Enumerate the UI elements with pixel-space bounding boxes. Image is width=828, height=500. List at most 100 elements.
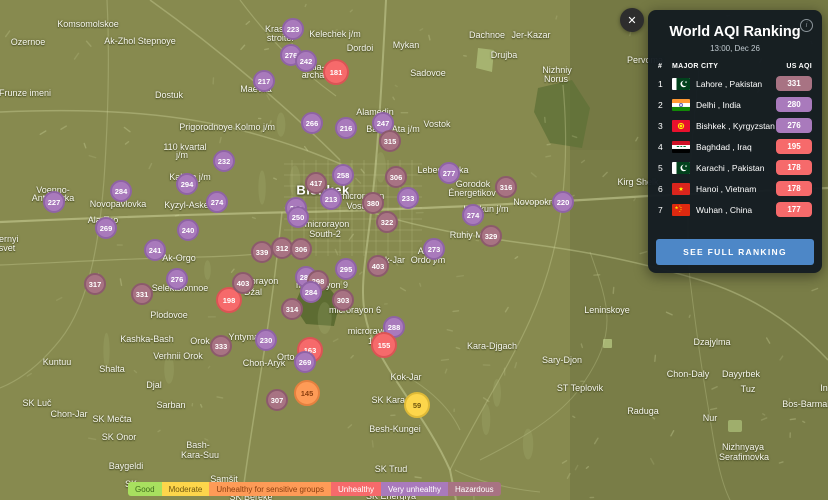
city-name: Wuhan , China — [696, 205, 776, 215]
aqi-legend: GoodModerateUnhealthy for sensitive grou… — [128, 482, 501, 496]
ranking-rows: 1 Lahore , Pakistan331 2 Delhi , India280 3 B… — [648, 70, 822, 220]
aqi-value-badge: 280 — [776, 97, 812, 112]
aqi-marker[interactable]: 230 — [255, 329, 277, 351]
aqi-marker[interactable]: 315 — [379, 130, 401, 152]
city-name: Bishkek , Kyrgyzstan — [696, 121, 776, 131]
aqi-marker[interactable]: 303 — [332, 289, 354, 311]
aqi-marker[interactable]: 306 — [385, 166, 407, 188]
rank-number: 5 — [658, 163, 672, 173]
aqi-marker[interactable]: 266 — [301, 112, 323, 134]
aqi-marker[interactable]: 269 — [294, 351, 316, 373]
aqi-marker[interactable]: 59 — [404, 392, 430, 418]
aqi-marker[interactable]: 333 — [210, 335, 232, 357]
aqi-marker[interactable]: 269 — [95, 217, 117, 239]
ranking-row[interactable]: 2 Delhi , India280 — [658, 94, 812, 115]
aqi-value-badge: 177 — [776, 202, 812, 217]
aqi-marker[interactable]: 242 — [295, 50, 317, 72]
aqi-marker[interactable]: 216 — [335, 117, 357, 139]
aqi-marker[interactable]: 145 — [294, 380, 320, 406]
legend-item-u: Unhealthy — [331, 482, 381, 496]
aqi-marker[interactable]: 294 — [176, 173, 198, 195]
aqi-marker[interactable]: 227 — [43, 191, 65, 213]
panel-title: World AQI Ranking — [648, 10, 822, 40]
info-icon[interactable]: i — [800, 19, 813, 32]
ranking-row[interactable]: 5 Karachi , Pakistan178 — [658, 157, 812, 178]
aqi-marker[interactable]: 331 — [131, 283, 153, 305]
aqi-marker[interactable]: 232 — [213, 150, 235, 172]
rank-number: 7 — [658, 205, 672, 215]
column-us-aqi: US AQI — [774, 63, 812, 70]
close-panel-button[interactable]: ✕ — [620, 8, 644, 32]
legend-item-h: Hazardous — [448, 482, 501, 496]
legend-item-vu: Very unhealthy — [381, 482, 448, 496]
aqi-marker[interactable]: 317 — [84, 273, 106, 295]
see-full-ranking-button[interactable]: SEE FULL RANKING — [656, 239, 814, 265]
city-name: Delhi , India — [696, 100, 776, 110]
rank-number: 4 — [658, 142, 672, 152]
rank-number: 6 — [658, 184, 672, 194]
country-flag-icon — [672, 162, 690, 174]
rank-number: 2 — [658, 100, 672, 110]
aqi-marker[interactable]: 295 — [335, 258, 357, 280]
aqi-marker[interactable]: 155 — [371, 332, 397, 358]
aqi-marker[interactable]: 322 — [376, 211, 398, 233]
aqi-marker[interactable]: 213 — [320, 188, 342, 210]
aqi-marker[interactable]: 233 — [397, 187, 419, 209]
ranking-row[interactable]: 6 Hanoi , Vietnam178 — [658, 178, 812, 199]
city-name: Lahore , Pakistan — [696, 79, 776, 89]
country-flag-icon — [672, 120, 690, 132]
aqi-marker[interactable]: 223 — [282, 18, 304, 40]
aqi-marker[interactable]: 250 — [287, 206, 309, 228]
ranking-row[interactable]: 7 Wuhan , China177 — [658, 199, 812, 220]
aqi-marker[interactable]: 217 — [253, 70, 275, 92]
legend-item-good: Good — [128, 482, 162, 496]
aqi-marker[interactable]: 380 — [362, 192, 384, 214]
aqi-marker[interactable]: 258 — [332, 164, 354, 186]
rank-number: 1 — [658, 79, 672, 89]
world-aqi-ranking-panel: i World AQI Ranking 13:00, Dec 26 # MAJO… — [648, 10, 822, 273]
aqi-marker[interactable]: 316 — [495, 176, 517, 198]
aqi-marker[interactable]: 403 — [232, 272, 254, 294]
aqi-marker[interactable]: 339 — [251, 241, 273, 263]
aqi-marker[interactable]: 240 — [177, 219, 199, 241]
aqi-marker[interactable]: 276 — [166, 268, 188, 290]
ranking-row[interactable]: 1 Lahore , Pakistan331 — [658, 73, 812, 94]
aqi-marker[interactable]: 277 — [438, 162, 460, 184]
city-name: Baghdad , Iraq — [696, 142, 776, 152]
aqi-map-app: Bishkek KomsomolskoeOzernoeAk-Zhol Stepn… — [0, 0, 828, 500]
city-name: Hanoi , Vietnam — [696, 184, 776, 194]
legend-item-mod: Moderate — [162, 482, 210, 496]
aqi-marker[interactable]: 307 — [266, 389, 288, 411]
ranking-row[interactable]: 4Baghdad , Iraq195 — [658, 136, 812, 157]
ranking-table-header: # MAJOR CITY US AQI — [648, 63, 822, 70]
aqi-marker[interactable]: 274 — [206, 191, 228, 213]
aqi-marker[interactable]: 314 — [281, 298, 303, 320]
aqi-marker[interactable]: 284 — [300, 281, 322, 303]
aqi-marker[interactable]: 220 — [552, 191, 574, 213]
column-major-city: MAJOR CITY — [672, 63, 774, 70]
rank-number: 3 — [658, 121, 672, 131]
aqi-marker[interactable]: 403 — [367, 255, 389, 277]
aqi-marker[interactable]: 284 — [110, 180, 132, 202]
aqi-value-badge: 331 — [776, 76, 812, 91]
aqi-value-badge: 178 — [776, 181, 812, 196]
country-flag-icon — [672, 183, 690, 195]
ranking-row[interactable]: 3 Bishkek , Kyrgyzstan276 — [658, 115, 812, 136]
panel-timestamp: 13:00, Dec 26 — [648, 44, 822, 53]
aqi-marker[interactable]: 181 — [323, 59, 349, 85]
country-flag-icon — [672, 78, 690, 90]
close-icon: ✕ — [627, 14, 636, 27]
aqi-marker[interactable]: 274 — [462, 204, 484, 226]
country-flag-icon — [672, 141, 690, 153]
aqi-marker[interactable]: 329 — [480, 225, 502, 247]
city-name: Karachi , Pakistan — [696, 163, 776, 173]
column-rank: # — [658, 63, 672, 70]
aqi-value-badge: 276 — [776, 118, 812, 133]
aqi-marker[interactable]: 241 — [144, 239, 166, 261]
country-flag-icon — [672, 99, 690, 111]
country-flag-icon — [672, 204, 690, 216]
aqi-marker[interactable]: 273 — [423, 238, 445, 260]
legend-item-usg: Unhealthy for sensitive groups — [209, 482, 331, 496]
aqi-value-badge: 178 — [776, 160, 812, 175]
aqi-marker[interactable]: 306 — [290, 238, 312, 260]
